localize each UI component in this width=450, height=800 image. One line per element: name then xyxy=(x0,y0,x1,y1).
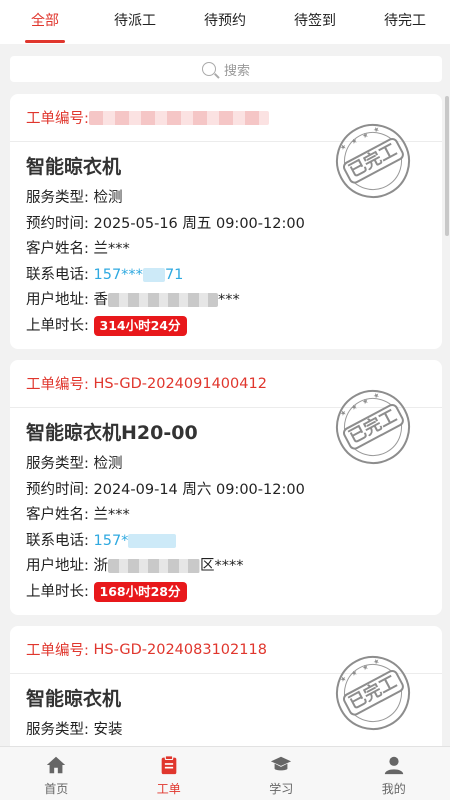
address-row: 用户地址: 香 *** xyxy=(26,292,240,308)
order-number-label: 工单编号: xyxy=(26,111,89,127)
work-order-list: 工单编号: ★ ★ ★ ★ 已完工 智能晾衣机 服务类型: 检测 预约时间: 2… xyxy=(10,94,442,800)
appointment-row: 预约时间: 2024-09-14 周六 09:00-12:00 xyxy=(26,481,305,498)
phone-link[interactable]: 157* xyxy=(94,533,177,549)
scrollbar[interactable] xyxy=(445,96,449,236)
search-bar[interactable]: 搜索 xyxy=(10,56,442,82)
phone-row: 联系电话: 157*** 71 xyxy=(26,266,184,283)
service-type-value: 检测 xyxy=(93,190,123,206)
appointment-value: 2024-09-14 周六 09:00-12:00 xyxy=(93,481,305,498)
address-prefix: 香 xyxy=(93,292,109,308)
redacted-phone xyxy=(142,267,165,282)
graduation-cap-icon xyxy=(271,756,292,771)
order-number-label: 工单编号: xyxy=(26,377,89,393)
user-icon xyxy=(384,756,403,775)
redacted-order-number xyxy=(88,110,269,125)
customer-row: 客户姓名: 兰*** xyxy=(26,507,130,523)
duration-row: 上单时长: 168小时28分 xyxy=(26,580,426,606)
tab-all[interactable]: 全部 xyxy=(0,0,90,44)
address-row: 用户地址: 浙区**** xyxy=(26,558,244,574)
nav-work-orders[interactable]: 工单 xyxy=(113,747,226,800)
address-suffix: 区**** xyxy=(200,558,244,574)
duration-badge: 168小时28分 xyxy=(93,581,187,602)
redacted-address xyxy=(108,293,218,307)
tab-pending-completion[interactable]: 待完工 xyxy=(360,0,450,44)
appointment-row: 预约时间: 2025-05-16 周五 09:00-12:00 xyxy=(26,215,305,232)
phone-row: 联系电话: 157* xyxy=(26,529,426,555)
order-number-value: HS-GD-2024083102118 xyxy=(93,641,267,658)
tab-pending-checkin[interactable]: 待签到 xyxy=(270,0,360,44)
address-suffix: *** xyxy=(218,292,240,308)
customer-value: 兰*** xyxy=(93,241,130,257)
duration-badge: 314小时24分 xyxy=(93,315,187,336)
search-placeholder: 搜索 xyxy=(223,63,250,79)
redacted-phone xyxy=(128,533,177,548)
duration-row: 上单时长: 314小时24分 xyxy=(26,314,426,340)
order-number-value: HS-GD-2024091400412 xyxy=(93,375,267,392)
phone-link[interactable]: 157*** 71 xyxy=(94,267,184,283)
bottom-navigation: 首页 工单 学习 我的 xyxy=(0,746,450,800)
clipboard-icon xyxy=(161,755,177,775)
work-order-card[interactable]: 工单编号: HS-GD-2024091400412 ★ ★ ★ ★ 已完工 智能… xyxy=(10,360,442,615)
work-order-card[interactable]: 工单编号: ★ ★ ★ ★ 已完工 智能晾衣机 服务类型: 检测 预约时间: 2… xyxy=(10,94,442,349)
order-number-label: 工单编号: xyxy=(26,643,89,659)
service-type-value: 安装 xyxy=(93,722,123,738)
address-prefix: 浙 xyxy=(93,558,109,574)
status-tabs: 全部 待派工 待预约 待签到 待完工 xyxy=(0,0,450,44)
tab-pending-appointment[interactable]: 待预约 xyxy=(180,0,270,44)
customer-row: 客户姓名: 兰*** xyxy=(26,241,130,257)
customer-value: 兰*** xyxy=(93,507,130,523)
service-type-value: 检测 xyxy=(93,456,123,472)
appointment-value: 2025-05-16 周五 09:00-12:00 xyxy=(93,215,305,232)
tab-pending-dispatch[interactable]: 待派工 xyxy=(90,0,180,44)
nav-profile[interactable]: 我的 xyxy=(338,747,450,800)
nav-home[interactable]: 首页 xyxy=(0,747,113,800)
redacted-address xyxy=(108,559,200,573)
nav-learning[interactable]: 学习 xyxy=(225,747,338,800)
search-icon xyxy=(201,62,216,76)
home-icon xyxy=(47,756,66,774)
